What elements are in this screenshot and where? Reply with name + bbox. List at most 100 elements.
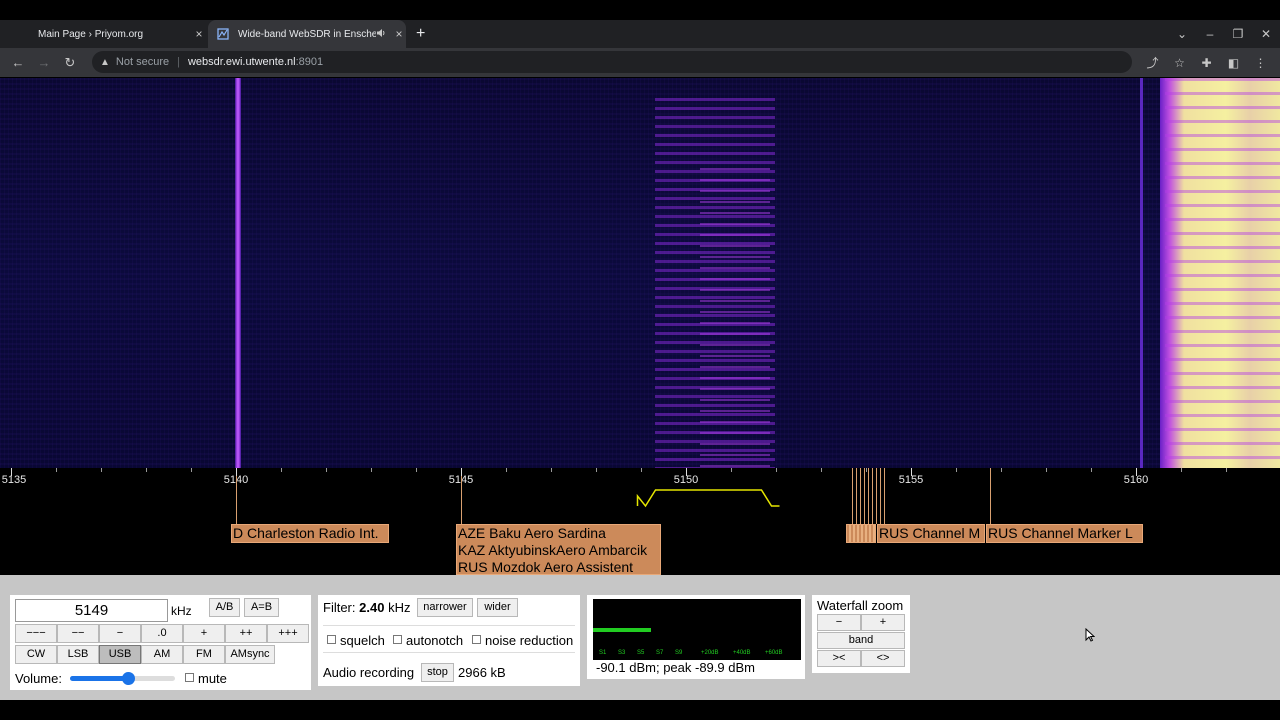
smeter-panel: S1 S3 S5 S7 S9 +20dB +40dB +60dB -90.1 dBm; pea…: [587, 595, 805, 679]
share-icon[interactable]: ⤴: [1139, 54, 1166, 71]
address-port: :8901: [295, 56, 324, 68]
speaker-icon[interactable]: [376, 28, 388, 40]
smeter-scale-label: +40dB: [733, 650, 751, 656]
new-tab-button[interactable]: +: [416, 20, 425, 48]
ab-button[interactable]: A/B: [209, 598, 240, 617]
tab-strip: Main Page › Priyom.org × Wide-band WebSD…: [0, 20, 1280, 48]
smeter-scale-label: S1: [599, 650, 607, 656]
tab-title: Main Page › Priyom.org: [38, 28, 144, 40]
stop-recording-button[interactable]: stop: [421, 663, 454, 682]
station-marker-line: [856, 468, 857, 524]
divider: [323, 652, 575, 653]
station-label-cluster[interactable]: [846, 524, 876, 543]
restore-icon[interactable]: ❐: [1224, 27, 1252, 41]
volume-slider-thumb[interactable]: [121, 672, 135, 685]
station-marker-line: [880, 468, 881, 524]
zoom-plus-button[interactable]: +: [861, 614, 905, 631]
smeter-scale-label: S9: [675, 650, 683, 656]
station-label-channel-marker-l[interactable]: RUS Channel Marker L: [986, 524, 1143, 543]
warning-triangle-icon: ▲: [100, 56, 110, 68]
kebab-menu-icon[interactable]: ⋮: [1247, 56, 1274, 70]
smeter-scale-label: +60dB: [765, 650, 783, 656]
smeter-scale-label: S3: [618, 650, 626, 656]
waterfall-display[interactable]: [0, 78, 1280, 468]
station-label-stack-5145[interactable]: AZE Baku Aero Sardina KAZ AktyubinskAero…: [456, 524, 661, 575]
waterfall-zoom-panel: Waterfall zoom − + band >< <>: [812, 595, 910, 673]
mute-checkbox[interactable]: [185, 673, 194, 682]
side-panel-icon[interactable]: ◧: [1220, 56, 1247, 70]
step-down-1-button[interactable]: −: [99, 624, 141, 643]
puzzle-icon[interactable]: ✚: [1193, 56, 1220, 70]
round-button[interactable]: .0: [141, 624, 183, 643]
station-marker-line: [872, 468, 873, 524]
window-controls: ⌄ – ❐ ✕: [1168, 20, 1280, 48]
step-down-3-button[interactable]: −−−: [15, 624, 57, 643]
mouse-cursor-icon: [1085, 627, 1096, 645]
close-icon[interactable]: ×: [192, 27, 206, 41]
step-up-2-button[interactable]: ++: [225, 624, 267, 643]
plus-icon: +: [416, 25, 426, 42]
waterfall-zoom-label: Waterfall zoom: [817, 598, 904, 613]
back-arrow-icon[interactable]: ←: [5, 55, 31, 70]
step-up-3-button[interactable]: +++: [267, 624, 309, 643]
filter-value: 2.40: [359, 600, 385, 615]
mute-label: mute: [198, 671, 227, 686]
tab-title: Wide-band WebSDR in Enschede: [238, 28, 376, 40]
noise-reduction-checkbox[interactable]: [472, 635, 481, 644]
mode-fm-button[interactable]: FM: [183, 645, 225, 664]
volume-label: Volume:: [15, 671, 62, 686]
close-window-icon[interactable]: ✕: [1252, 27, 1280, 41]
aeqb-button[interactable]: A=B: [244, 598, 279, 617]
tuning-panel: 5149 kHz A/B A=B −−− −− − .0 + ++ +++ CW…: [10, 595, 311, 690]
passband-line: [636, 489, 780, 508]
smeter-readout: -90.1 dBm; peak -89.9 dBm: [596, 660, 755, 675]
carrier-signal-5160: [1140, 78, 1143, 468]
passband-indicator[interactable]: [0, 468, 1280, 518]
smeter-scale-label: S7: [656, 650, 664, 656]
tab-websdr[interactable]: Wide-band WebSDR in Enschede ×: [208, 20, 406, 48]
autonotch-checkbox[interactable]: [393, 635, 402, 644]
volume-slider[interactable]: [70, 672, 175, 685]
station-marker-line: [876, 468, 877, 524]
voice-signal-area-2: [700, 168, 770, 468]
frequency-scale[interactable]: 513551405145515051555160 D Charleston Ra…: [0, 468, 1280, 575]
zoom-in-button[interactable]: ><: [817, 650, 861, 667]
step-down-2-button[interactable]: −−: [57, 624, 99, 643]
mode-usb-button[interactable]: USB: [99, 645, 141, 664]
frequency-input[interactable]: 5149: [15, 599, 168, 622]
mode-am-button[interactable]: AM: [141, 645, 183, 664]
smeter-display: S1 S3 S5 S7 S9 +20dB +40dB +60dB: [593, 599, 801, 660]
close-icon[interactable]: ×: [392, 27, 406, 41]
station-marker-line: [852, 468, 853, 524]
zoom-out-button[interactable]: <>: [861, 650, 905, 667]
station-label: KAZ AktyubinskAero Ambarcik: [458, 542, 648, 558]
address-host: websdr.ewi.utwente.nl: [187, 56, 296, 68]
chevron-down-icon[interactable]: ⌄: [1168, 27, 1196, 41]
filter-unit: kHz: [388, 600, 411, 615]
station-marker-line: [884, 468, 885, 524]
audio-recording-label: Audio recording: [323, 665, 415, 680]
station-label: RUS Mozdok Aero Assistent: [458, 559, 634, 575]
station-label-channel-m[interactable]: RUS Channel M: [877, 524, 985, 543]
station-label-charleston[interactable]: D Charleston Radio Int.: [231, 524, 389, 543]
mode-amsync-button[interactable]: AMsync: [225, 645, 275, 664]
narrower-button[interactable]: narrower: [417, 598, 473, 617]
zoom-minus-button[interactable]: −: [817, 614, 861, 631]
forward-arrow-icon[interactable]: →: [31, 55, 57, 70]
mode-cw-button[interactable]: CW: [15, 645, 57, 664]
star-icon[interactable]: ☆: [1166, 56, 1193, 70]
screen-bottom-bar: [0, 700, 1280, 720]
tab-priyom[interactable]: Main Page › Priyom.org ×: [8, 20, 206, 48]
wider-button[interactable]: wider: [477, 598, 518, 617]
screen-top-bar: [0, 0, 1280, 20]
step-up-1-button[interactable]: +: [183, 624, 225, 643]
band-button[interactable]: band: [817, 632, 905, 649]
reload-icon[interactable]: ↻: [57, 55, 83, 71]
address-bar[interactable]: ▲ Not secure | websdr.ewi.utwente.nl:890…: [92, 51, 1132, 73]
address-separator: |: [177, 56, 180, 68]
not-secure-label: Not secure: [115, 56, 170, 68]
squelch-checkbox[interactable]: [327, 635, 336, 644]
minimize-icon[interactable]: –: [1196, 27, 1224, 41]
mode-lsb-button[interactable]: LSB: [57, 645, 99, 664]
filter-readout: Filter: 2.40 kHz: [323, 600, 410, 615]
